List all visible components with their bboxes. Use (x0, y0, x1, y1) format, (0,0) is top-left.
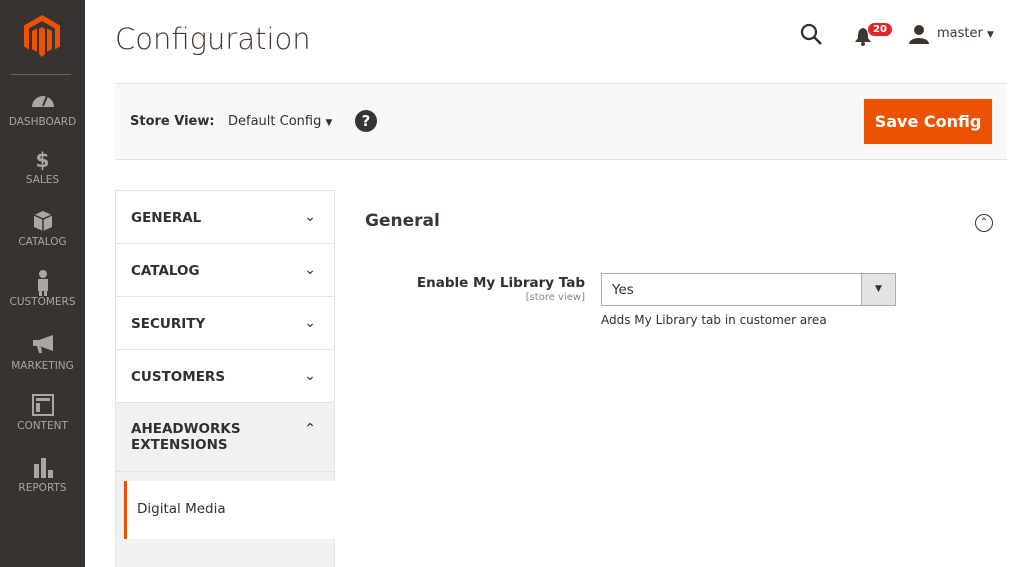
nav-label: SALES (25, 174, 60, 186)
layout-icon (0, 394, 85, 418)
search-icon[interactable] (800, 22, 824, 48)
tab-catalog[interactable]: CATALOG ⌄ (116, 244, 334, 297)
nav-label: MARKETING (11, 360, 74, 372)
nav-label: CATALOG (18, 236, 67, 248)
nav-label: CONTENT (17, 420, 68, 432)
tab-security[interactable]: SECURITY ⌄ (116, 297, 334, 350)
help-icon[interactable]: ? (355, 110, 377, 132)
tab-label: CUSTOMERS (131, 369, 226, 385)
caret-down-icon: ▼ (986, 30, 994, 40)
tab-label: CATALOG (131, 263, 200, 279)
collapse-icon[interactable]: ⌃ (975, 214, 993, 232)
main-nav: DASHBOARD $ SALES CATALOG CUSTOMERS MARKE… (0, 0, 85, 567)
store-view-label: Store View: (130, 114, 215, 129)
username: master (937, 26, 983, 41)
caret-down-icon: ▼ (325, 118, 333, 128)
chevron-up-icon: ⌃ (304, 421, 316, 437)
store-view-value: Default Config (228, 114, 322, 129)
nav-label: REPORTS (18, 482, 67, 494)
chevron-down-icon: ⌄ (304, 368, 316, 384)
chevron-down-icon: ⌄ (304, 209, 316, 225)
chevron-down-icon: ⌄ (304, 262, 316, 278)
tab-label: AHEADWORKS EXTENSIONS (131, 421, 241, 453)
nav-label: CUSTOMERS (9, 296, 76, 308)
save-config-button[interactable]: Save Config (864, 99, 992, 144)
select-value: Yes (612, 282, 634, 298)
dollar-icon: $ (35, 148, 50, 172)
nav-reports[interactable]: REPORTS (0, 456, 85, 494)
nav-catalog[interactable]: CATALOG (0, 210, 85, 248)
config-tabs: GENERAL ⌄ CATALOG ⌄ SECURITY ⌄ CUSTOMERS ⌄ A… (115, 190, 336, 567)
page-title: Configuration (115, 22, 311, 56)
nav-marketing[interactable]: MARKETING (0, 334, 85, 372)
notification-count-badge[interactable]: 20 (868, 23, 892, 36)
field-label: Enable My Library Tab (416, 275, 585, 291)
field-note: Adds My Library tab in customer area (601, 313, 827, 327)
nav-dashboard[interactable]: DASHBOARD (0, 90, 85, 128)
tab-label: SECURITY (131, 316, 206, 332)
nav-divider (11, 74, 71, 75)
section-title[interactable]: General (365, 211, 440, 231)
dropdown-arrow-icon: ▼ (861, 274, 895, 305)
user-menu[interactable]: master ▼ (937, 26, 994, 41)
nav-customers[interactable]: CUSTOMERS (0, 270, 85, 308)
megaphone-icon (0, 334, 85, 358)
chevron-down-icon: ⌄ (304, 315, 316, 331)
nav-label: DASHBOARD (8, 116, 77, 128)
tab-aheadworks-extensions[interactable]: AHEADWORKS EXTENSIONS ⌃ (116, 403, 334, 472)
nav-content[interactable]: CONTENT (0, 394, 85, 432)
tab-customers[interactable]: CUSTOMERS ⌄ (116, 350, 334, 403)
page-actions-bar: Store View: Default Config ▼ ? Save Conf… (115, 83, 1007, 160)
magento-logo[interactable] (22, 15, 62, 57)
tab-label: GENERAL (131, 210, 202, 226)
box-icon (0, 210, 85, 234)
subtab-digital-media[interactable]: Digital Media (124, 481, 336, 539)
nav-sales[interactable]: $ SALES (0, 148, 85, 186)
tab-general[interactable]: GENERAL ⌄ (116, 191, 334, 244)
bar-chart-icon (0, 456, 85, 480)
field-scope: [store view] (525, 292, 585, 303)
store-view-switcher[interactable]: Default Config ▼ (228, 114, 332, 129)
person-icon (0, 270, 85, 296)
gauge-icon (0, 90, 85, 114)
enable-library-tab-select[interactable]: Yes ▼ (601, 273, 896, 306)
user-icon[interactable] (908, 24, 930, 44)
